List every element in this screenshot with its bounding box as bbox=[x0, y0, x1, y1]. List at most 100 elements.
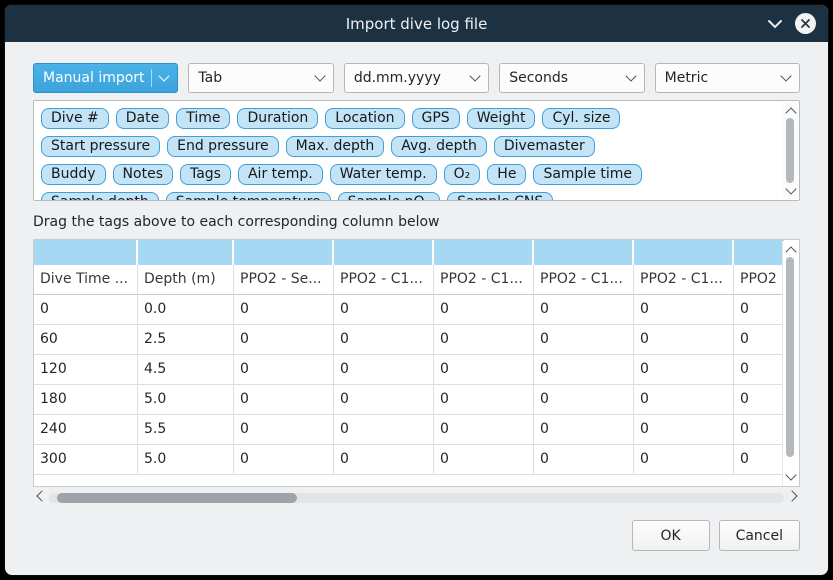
tag-row: Sample depth Sample temperature Sample pO₂… bbox=[41, 192, 777, 201]
tag[interactable]: He bbox=[487, 164, 526, 185]
scrollbar-thumb[interactable] bbox=[786, 118, 794, 183]
field-separator-select[interactable]: Tab bbox=[188, 63, 333, 93]
column-drop-cell[interactable] bbox=[734, 240, 784, 265]
column-header: PPO2 - C1... bbox=[534, 265, 634, 295]
scrollbar-thumb[interactable] bbox=[57, 493, 297, 503]
tag[interactable]: Cyl. size bbox=[542, 108, 620, 129]
column-header: PPO2 - C1... bbox=[334, 265, 434, 295]
table-cell: 0 bbox=[534, 325, 634, 355]
scroll-down-icon[interactable] bbox=[783, 183, 798, 197]
ok-button[interactable]: OK bbox=[632, 520, 710, 551]
tag[interactable]: Buddy bbox=[41, 164, 106, 185]
scrollbar-thumb[interactable] bbox=[786, 257, 794, 457]
column-header: Depth (m) bbox=[138, 265, 234, 295]
tag[interactable]: Location bbox=[325, 108, 404, 129]
window-title: Import dive log file bbox=[346, 15, 488, 33]
table-cell: 0 bbox=[334, 355, 434, 385]
table-cell: 60 bbox=[34, 325, 138, 355]
tag[interactable]: Date bbox=[116, 108, 169, 129]
column-header: PPO2 - Se... bbox=[234, 265, 334, 295]
column-drop-cell[interactable] bbox=[434, 240, 534, 265]
scroll-right-icon[interactable] bbox=[786, 490, 800, 506]
scroll-down-icon[interactable] bbox=[783, 469, 798, 483]
import-options-row: Manual import Tab dd.mm.yyyy Seconds Met… bbox=[33, 63, 800, 93]
tag-row: Start pressure End pressure Max. depth Avg.… bbox=[41, 136, 777, 157]
table-body: 00.0000000602.50000001204.50000001805.00… bbox=[34, 295, 784, 475]
table-cell: 5.0 bbox=[138, 445, 234, 475]
table-cell: 0.0 bbox=[138, 295, 234, 325]
table-cell: 0 bbox=[434, 325, 534, 355]
tag[interactable]: Avg. depth bbox=[391, 136, 487, 157]
tag[interactable]: Notes bbox=[113, 164, 173, 185]
column-header: PPO2 bbox=[734, 265, 784, 295]
table-cell: 0 bbox=[634, 415, 734, 445]
tag[interactable]: Sample temperature bbox=[166, 192, 331, 201]
column-drop-cell[interactable] bbox=[634, 240, 734, 265]
cancel-button[interactable]: Cancel bbox=[719, 520, 800, 551]
table-cell: 0 bbox=[434, 295, 534, 325]
table-horizontal-scrollbar[interactable] bbox=[33, 490, 800, 506]
dialog-body: Manual import Tab dd.mm.yyyy Seconds Met… bbox=[5, 42, 828, 551]
column-drop-cell[interactable] bbox=[138, 240, 234, 265]
duration-format-value: Seconds bbox=[509, 70, 568, 86]
tag[interactable]: End pressure bbox=[167, 136, 279, 157]
import-mode-select[interactable]: Manual import bbox=[33, 63, 178, 93]
column-header: PPO2 - C1... bbox=[634, 265, 734, 295]
import-mode-value: Manual import bbox=[43, 70, 145, 86]
table-vertical-scrollbar[interactable] bbox=[782, 241, 798, 485]
scroll-up-icon[interactable] bbox=[783, 243, 798, 257]
table-cell: 120 bbox=[34, 355, 138, 385]
tag[interactable]: O₂ bbox=[444, 164, 481, 185]
column-header: Dive Time ... bbox=[34, 265, 138, 295]
tag[interactable]: Sample depth bbox=[41, 192, 159, 201]
close-button[interactable] bbox=[795, 13, 816, 34]
tag[interactable]: Max. depth bbox=[286, 136, 385, 157]
table-cell: 0 bbox=[334, 415, 434, 445]
tag-row: Buddy Notes Tags Air temp. Water temp. O₂ He Sa… bbox=[41, 164, 777, 185]
column-drop-cell[interactable] bbox=[34, 240, 138, 265]
tag[interactable]: Tags bbox=[180, 164, 231, 185]
table-cell: 0 bbox=[634, 385, 734, 415]
preview-table: Dive Time ...Depth (m)PPO2 - Se...PPO2 -… bbox=[33, 239, 800, 487]
date-format-select[interactable]: dd.mm.yyyy bbox=[344, 63, 489, 93]
tag-pool: Dive # Date Time Duration Location GPS Weight C… bbox=[33, 100, 800, 201]
tag-row: Dive # Date Time Duration Location GPS Weight C… bbox=[41, 108, 777, 129]
scroll-left-icon[interactable] bbox=[33, 490, 47, 506]
table-row: 2405.5000000 bbox=[34, 415, 784, 445]
scrollbar-track[interactable] bbox=[49, 493, 784, 503]
tag[interactable]: Dive # bbox=[41, 108, 109, 129]
column-drop-cell[interactable] bbox=[234, 240, 334, 265]
import-dive-log-dialog: Import dive log file Manual import Tab bbox=[5, 5, 828, 575]
screen: Import dive log file Manual import Tab bbox=[0, 0, 833, 580]
tag[interactable]: Time bbox=[176, 108, 230, 129]
table-row: 602.5000000 bbox=[34, 325, 784, 355]
tag[interactable]: Sample time bbox=[533, 164, 642, 185]
column-drop-cell[interactable] bbox=[334, 240, 434, 265]
table-cell: 0 bbox=[234, 445, 334, 475]
chevron-down-icon[interactable] bbox=[767, 19, 783, 29]
table-cell: 0 bbox=[234, 355, 334, 385]
chevron-down-icon bbox=[151, 69, 168, 87]
chevron-down-icon bbox=[627, 76, 635, 80]
table-cell: 0 bbox=[334, 445, 434, 475]
titlebar[interactable]: Import dive log file bbox=[5, 5, 828, 42]
tag[interactable]: Divemaster bbox=[494, 136, 595, 157]
duration-format-select[interactable]: Seconds bbox=[499, 63, 644, 93]
titlebar-icons bbox=[767, 5, 816, 42]
table-cell: 0 bbox=[334, 325, 434, 355]
column-drop-cell[interactable] bbox=[534, 240, 634, 265]
tag-pool-scrollbar[interactable] bbox=[783, 102, 798, 199]
tag[interactable]: Sample pO₂ bbox=[338, 192, 440, 201]
tag[interactable]: Start pressure bbox=[41, 136, 160, 157]
tag[interactable]: Weight bbox=[467, 108, 536, 129]
tag[interactable]: Duration bbox=[237, 108, 318, 129]
tag[interactable]: Air temp. bbox=[238, 164, 323, 185]
tag[interactable]: Water temp. bbox=[330, 164, 437, 185]
tag-rows: Dive # Date Time Duration Location GPS Weight C… bbox=[41, 108, 777, 201]
table-cell: 0 bbox=[734, 325, 784, 355]
units-select[interactable]: Metric bbox=[655, 63, 800, 93]
scroll-up-icon[interactable] bbox=[783, 104, 798, 118]
tag[interactable]: GPS bbox=[412, 108, 460, 129]
table-cell: 5.5 bbox=[138, 415, 234, 445]
tag[interactable]: Sample CNS bbox=[447, 192, 553, 201]
